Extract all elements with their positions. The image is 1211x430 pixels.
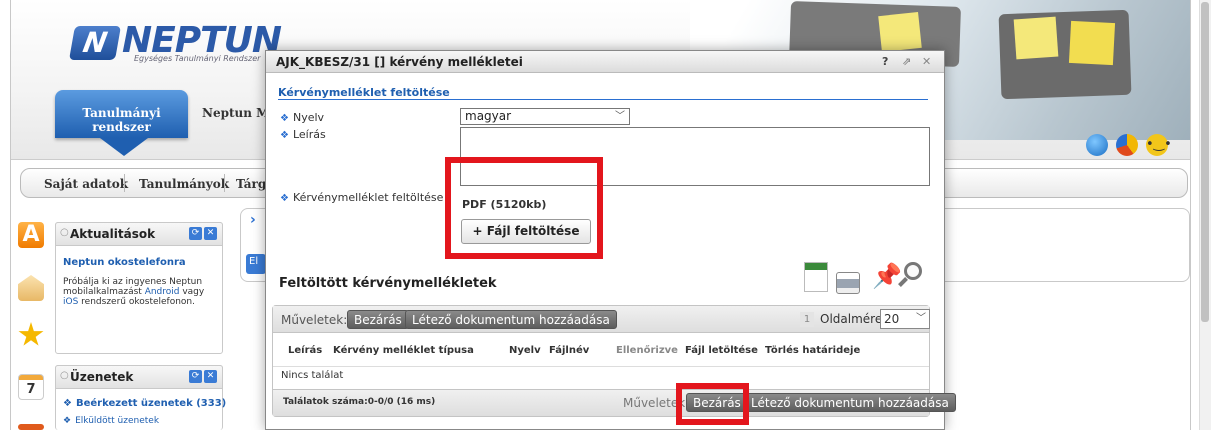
sticky-note [878, 12, 922, 52]
scrollbar-thumb[interactable] [1201, 2, 1209, 322]
column-header-attachment-type[interactable]: Kérvény melléklet típusa [333, 345, 474, 356]
close-button[interactable]: Bezárás [347, 310, 409, 329]
close-icon[interactable]: ✕ [204, 370, 217, 383]
refresh-icon[interactable]: ⟳ [189, 370, 202, 383]
news-body-text: vagy [179, 287, 205, 297]
section-divider [278, 99, 928, 100]
page-size-label: Oldalméret [820, 312, 887, 326]
no-results-row: Nincs találat [273, 366, 929, 384]
language-select[interactable]: magyar ﹀ [460, 108, 630, 125]
news-headline[interactable]: Neptun okostelefonra [63, 257, 186, 268]
upload-label: Kérvénymelléklet feltöltése [292, 191, 444, 204]
chevron-right-icon[interactable]: › [250, 212, 256, 228]
upload-label-row: ❖ Kérvénymelléklet feltöltése [280, 191, 443, 204]
upload-section-title: Kérvénymelléklet feltöltése [278, 86, 450, 99]
page-size-select[interactable]: 20 ﹀ [880, 309, 930, 329]
page-border [10, 0, 11, 430]
news-body-text: mobilalkalmazást [63, 287, 145, 297]
chevron-down-icon: ﹀ [916, 313, 926, 324]
news-panel-title: Aktualitások [70, 227, 156, 241]
inbox-label: Beérkezett üzenetek (333) [75, 398, 227, 409]
column-header-file-download[interactable]: Fájl letöltése [685, 345, 758, 356]
menu-item-tanulmanyok[interactable]: Tanulmányok [139, 177, 229, 191]
pie-chart-icon[interactable] [1116, 134, 1138, 156]
side-icon-partial [18, 424, 44, 430]
upload-highlight-box [445, 157, 603, 259]
uploaded-attachments-title: Feltöltött kérvénymellékletek [279, 276, 497, 291]
chevron-down-icon: ﹀ [615, 111, 625, 122]
pin-icon[interactable]: 📌 [872, 262, 902, 290]
bullet-icon: ❖ [63, 398, 72, 409]
add-existing-document-button[interactable]: Létező dokumentum hozzáadása [405, 310, 617, 329]
bullet-icon: ○ [60, 227, 69, 238]
page-size-value: 20 [884, 312, 900, 326]
language-label: Nyelv [292, 111, 325, 124]
bullet-icon: ❖ [280, 130, 289, 141]
bullet-icon: ❖ [280, 193, 289, 204]
tab-tanulmanyi-rendszer[interactable]: Tanulmányi rendszer [55, 90, 188, 138]
menu-item-targyak[interactable]: Tárg [236, 177, 266, 191]
news-body-line: mobilalkalmazást Android vagy [63, 287, 223, 297]
refresh-icon[interactable]: ⟳ [189, 227, 202, 240]
sent-label: Elküldött üzenetek [75, 416, 160, 426]
excel-export-icon[interactable] [804, 262, 828, 292]
operations-label: Műveletek: [281, 313, 348, 327]
news-side-icon: A [18, 222, 44, 248]
menu-divider [224, 174, 225, 192]
search-icon[interactable] [904, 262, 922, 280]
help-icon[interactable]: ? [882, 55, 888, 68]
inbox-link[interactable]: ❖ Beérkezett üzenetek (333) [63, 398, 226, 409]
menu-item-sajat-adatok[interactable]: Saját adatok [44, 177, 128, 191]
bullet-icon: ❖ [63, 416, 72, 426]
page-border [1190, 0, 1191, 430]
print-icon[interactable] [836, 272, 860, 294]
column-header-description[interactable]: Leírás [288, 345, 322, 356]
column-header-language[interactable]: Nyelv [509, 345, 541, 356]
column-header-verified[interactable]: Ellenőrizve [616, 345, 678, 356]
neptun-logo-icon: N [69, 26, 121, 60]
bullet-icon: ❖ [280, 113, 289, 124]
language-select-value: magyar [465, 109, 512, 123]
sticky-note [1068, 20, 1116, 66]
neptun-logo-subtitle: Egységes Tanulmányi Rendszer [134, 54, 261, 63]
news-body-line: Próbálja ki az ingyenes Neptun [63, 277, 203, 287]
close-icon[interactable]: ✕ [922, 55, 931, 68]
news-body: Próbálja ki az ingyenes Neptun mobilalka… [63, 277, 223, 307]
sent-link[interactable]: ❖ Elküldött üzenetek [63, 416, 159, 426]
ios-link[interactable]: iOS [63, 297, 78, 307]
close-icon[interactable]: ✕ [204, 227, 217, 240]
results-count: Találatok száma:0-0/0 (16 ms) [283, 397, 436, 407]
page-number[interactable]: 1 [800, 312, 814, 327]
content-button[interactable]: El [246, 254, 266, 274]
news-body-line: iOS rendszerű okostelefonon. [63, 297, 223, 307]
menu-divider [124, 174, 125, 192]
messages-panel-title: Üzenetek [70, 370, 134, 384]
content-button-label: El [249, 256, 259, 267]
smiley-icon[interactable]: •‿• [1146, 134, 1172, 156]
android-link[interactable]: Android [145, 287, 180, 297]
bottom-add-existing-document-button[interactable]: Létező dokumentum hozzáadása [744, 393, 956, 412]
column-header-deletion-deadline[interactable]: Törlés határideje [765, 345, 860, 356]
popout-icon[interactable]: ⇗ [902, 55, 911, 68]
sticky-note [1013, 16, 1059, 60]
close-highlight-box [676, 383, 749, 425]
news-body-text: rendszerű okostelefonon. [78, 297, 195, 307]
language-label-row: ❖ Nyelv [280, 111, 324, 124]
description-label-row: ❖ Leírás [280, 128, 326, 141]
dialog-title: AJK_KBESZ/31 [] kérvény mellékletei [276, 55, 523, 69]
column-header-filename[interactable]: Fájlnév [549, 345, 589, 356]
tab-pointer [100, 138, 148, 156]
bullet-icon: ○ [60, 370, 69, 381]
calendar-side-icon: 7 [18, 374, 44, 400]
globe-icon[interactable] [1086, 134, 1108, 156]
description-label: Leírás [292, 128, 326, 141]
